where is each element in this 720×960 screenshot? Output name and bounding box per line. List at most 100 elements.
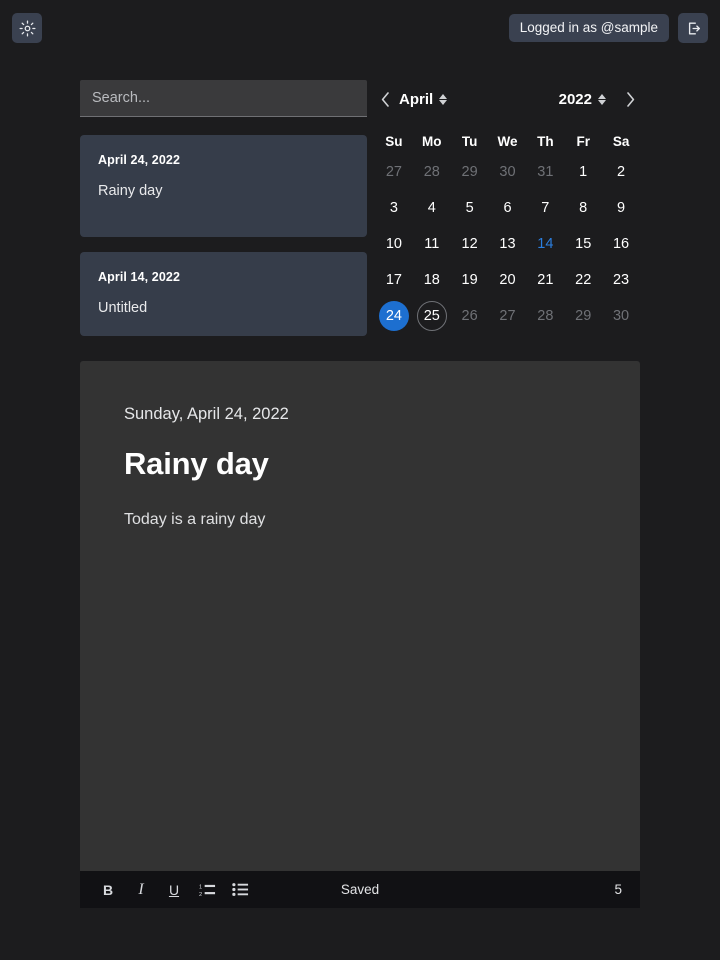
calendar-day-label: 18 bbox=[423, 272, 440, 288]
calendar-day-label: 29 bbox=[461, 164, 478, 180]
calendar-day-label: 26 bbox=[461, 308, 478, 324]
month-selector[interactable]: April bbox=[399, 90, 448, 108]
calendar-day-label: 1 bbox=[579, 164, 588, 180]
calendar-day[interactable]: 23 bbox=[602, 262, 640, 298]
prev-month-button[interactable] bbox=[375, 86, 395, 112]
bold-button[interactable]: B bbox=[98, 879, 118, 901]
calendar-day-label: 17 bbox=[385, 272, 402, 288]
note-title: Untitled bbox=[98, 300, 148, 316]
calendar-day[interactable]: 7 bbox=[526, 190, 564, 226]
calendar-day-label: 30 bbox=[499, 164, 516, 180]
main-content: April 24, 2022 Rainy day April 14, 2022 … bbox=[0, 56, 720, 960]
calendar-day-label: 14 bbox=[537, 236, 554, 252]
chevron-left-icon bbox=[381, 91, 389, 107]
sun-brightness-icon bbox=[18, 19, 36, 37]
calendar-day[interactable]: 15 bbox=[564, 226, 602, 262]
numbered-list-icon: 1 2 bbox=[199, 884, 215, 897]
logout-arrow-icon bbox=[688, 22, 700, 34]
word-count: 5 bbox=[614, 882, 622, 897]
logout-button[interactable] bbox=[678, 13, 708, 43]
calendar-day[interactable]: 12 bbox=[451, 226, 489, 262]
user-badge: Logged in as @sample bbox=[508, 13, 669, 43]
calendar-day[interactable]: 4 bbox=[413, 190, 451, 226]
calendar-weekday-we: We bbox=[497, 133, 518, 149]
calendar: April 2022 Su Mo Tu We Th Fr Sa 27 28 29 30 31 1 2 3 4 5… bbox=[375, 80, 640, 334]
year-selector[interactable]: 2022 bbox=[559, 91, 606, 108]
bullet-list-button[interactable] bbox=[230, 879, 250, 901]
theme-toggle-button[interactable] bbox=[12, 13, 42, 43]
calendar-day[interactable]: 13 bbox=[489, 226, 527, 262]
list-item[interactable]: April 24, 2022 Rainy day bbox=[80, 135, 367, 237]
note-editor: Sunday, April 24, 2022 Rainy day Today i… bbox=[80, 361, 640, 871]
calendar-day-label: 28 bbox=[423, 164, 440, 180]
next-month-button[interactable] bbox=[620, 86, 640, 112]
calendar-day[interactable]: 6 bbox=[489, 190, 527, 226]
calendar-day-label: 8 bbox=[579, 200, 588, 216]
calendar-day-label: 7 bbox=[541, 200, 550, 216]
calendar-day-label: 9 bbox=[617, 200, 626, 216]
ordered-list-button[interactable]: 1 2 bbox=[197, 879, 217, 901]
svg-text:2: 2 bbox=[199, 892, 202, 897]
italic-button[interactable]: I bbox=[131, 879, 151, 901]
calendar-day[interactable]: 19 bbox=[451, 262, 489, 298]
calendar-day[interactable]: 25 bbox=[413, 298, 451, 334]
note-title: Rainy day bbox=[98, 183, 163, 199]
month-stepper-icon[interactable] bbox=[439, 93, 448, 105]
editor-title-input[interactable]: Rainy day bbox=[124, 446, 596, 482]
calendar-weekday-th: Th bbox=[537, 133, 554, 149]
calendar-day[interactable]: 8 bbox=[564, 190, 602, 226]
calendar-day[interactable]: 28 bbox=[413, 154, 451, 190]
underline-button[interactable]: U bbox=[164, 879, 184, 901]
calendar-day[interactable]: 18 bbox=[413, 262, 451, 298]
calendar-day[interactable]: 26 bbox=[451, 298, 489, 334]
calendar-day[interactable]: 21 bbox=[526, 262, 564, 298]
search-input[interactable] bbox=[80, 80, 367, 117]
calendar-day[interactable]: 11 bbox=[413, 226, 451, 262]
calendar-day[interactable]: 31 bbox=[526, 154, 564, 190]
calendar-day[interactable]: 29 bbox=[451, 154, 489, 190]
calendar-day[interactable]: 17 bbox=[375, 262, 413, 298]
calendar-day-label: 20 bbox=[499, 272, 516, 288]
calendar-day[interactable]: 2 bbox=[602, 154, 640, 190]
calendar-day-label: 4 bbox=[427, 200, 436, 216]
calendar-day[interactable]: 30 bbox=[602, 298, 640, 334]
calendar-day[interactable]: 30 bbox=[489, 154, 527, 190]
calendar-day[interactable]: 3 bbox=[375, 190, 413, 226]
calendar-day[interactable]: 22 bbox=[564, 262, 602, 298]
calendar-day[interactable]: 14 bbox=[526, 226, 564, 262]
calendar-day-label: 19 bbox=[461, 272, 478, 288]
calendar-day[interactable]: 24 bbox=[375, 298, 413, 334]
notes-panel: April 24, 2022 Rainy day April 14, 2022 … bbox=[80, 80, 367, 351]
calendar-day[interactable]: 1 bbox=[564, 154, 602, 190]
calendar-day[interactable]: 29 bbox=[564, 298, 602, 334]
calendar-day-label: 15 bbox=[575, 236, 592, 252]
calendar-day-label: 3 bbox=[389, 200, 398, 216]
calendar-day[interactable]: 20 bbox=[489, 262, 527, 298]
editor-body-input[interactable]: Today is a rainy day bbox=[124, 511, 596, 529]
year-stepper-icon[interactable] bbox=[598, 93, 606, 105]
calendar-weekday-sa: Sa bbox=[612, 133, 630, 149]
calendar-day-label: 23 bbox=[612, 272, 630, 288]
calendar-day-label: 11 bbox=[424, 236, 440, 252]
note-list: April 24, 2022 Rainy day April 14, 2022 … bbox=[80, 135, 367, 336]
calendar-month-label: April bbox=[399, 90, 434, 108]
calendar-day[interactable]: 27 bbox=[375, 154, 413, 190]
calendar-day-label: 25 bbox=[416, 301, 447, 331]
calendar-day-label: 2 bbox=[617, 164, 626, 180]
calendar-day-label: 27 bbox=[499, 308, 516, 324]
calendar-day[interactable]: 9 bbox=[602, 190, 640, 226]
calendar-day-label: 21 bbox=[537, 272, 554, 288]
calendar-weekday-tu: Tu bbox=[461, 133, 478, 149]
calendar-day-label: 27 bbox=[385, 164, 402, 180]
calendar-day[interactable]: 5 bbox=[451, 190, 489, 226]
calendar-weekday-fr: Fr bbox=[576, 133, 590, 149]
calendar-day[interactable]: 28 bbox=[526, 298, 564, 334]
calendar-day[interactable]: 27 bbox=[489, 298, 527, 334]
editor-toolbar: B I U 1 2 Saved 5 bbox=[80, 871, 640, 908]
calendar-day[interactable]: 10 bbox=[375, 226, 413, 262]
calendar-day-label: 6 bbox=[503, 200, 512, 216]
editor-date: Sunday, April 24, 2022 bbox=[124, 405, 289, 423]
calendar-year-label: 2022 bbox=[558, 90, 592, 108]
calendar-day[interactable]: 16 bbox=[602, 226, 640, 262]
list-item[interactable]: April 14, 2022 Untitled bbox=[80, 252, 367, 336]
